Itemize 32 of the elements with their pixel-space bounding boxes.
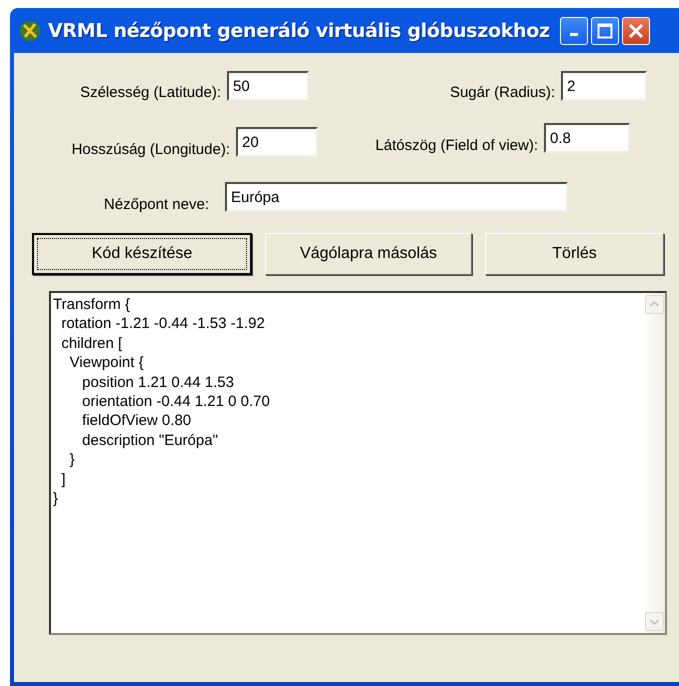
push-button[interactable]: Törlés <box>485 233 664 275</box>
text-field[interactable]: 50 <box>227 71 309 101</box>
window-title: VRML nézőpont generáló virtuális glóbuszokhoz <box>48 20 550 42</box>
code-line: } <box>53 489 58 508</box>
app-icon <box>18 18 42 42</box>
push-button[interactable]: Vágólapra másolás <box>265 233 472 275</box>
field-label: Hosszúság (Longitude): <box>70 141 231 158</box>
field-label: Szélesség (Latitude): <box>79 84 222 100</box>
field-label: Nézőpont neve: <box>102 196 210 213</box>
code-line: fieldOfView 0.80 <box>81 411 192 431</box>
close-icon <box>628 22 644 38</box>
code-line: orientation -0.44 1.21 0 0.70 <box>81 392 270 412</box>
code-line: Viewpoint { <box>68 353 144 373</box>
text-field[interactable]: Európa <box>225 182 568 212</box>
text-field[interactable]: 20 <box>236 127 318 157</box>
code-line: position 1.21 0.44 1.53 <box>81 372 234 392</box>
field-label: Sugár (Radius): <box>448 84 556 100</box>
code-line: Transform { <box>53 295 130 314</box>
code-line: rotation -1.21 -0.44 -1.53 -1.92 <box>60 314 265 334</box>
code-line: children [ <box>60 334 122 354</box>
minimize-icon <box>570 33 578 36</box>
code-line: } <box>68 450 75 470</box>
field-label: Látószög (Field of view): <box>374 137 539 154</box>
text-field[interactable]: 2 <box>561 71 647 101</box>
text-field[interactable]: 0.8 <box>544 123 630 153</box>
code-line: description "Európa" <box>81 430 218 450</box>
maximize-button[interactable] <box>590 16 619 44</box>
maximize-icon <box>596 22 613 38</box>
code-line: ] <box>60 470 66 490</box>
minimize-button[interactable] <box>560 16 588 44</box>
close-button[interactable] <box>622 16 650 44</box>
push-button[interactable]: Kód készítése <box>32 233 252 275</box>
